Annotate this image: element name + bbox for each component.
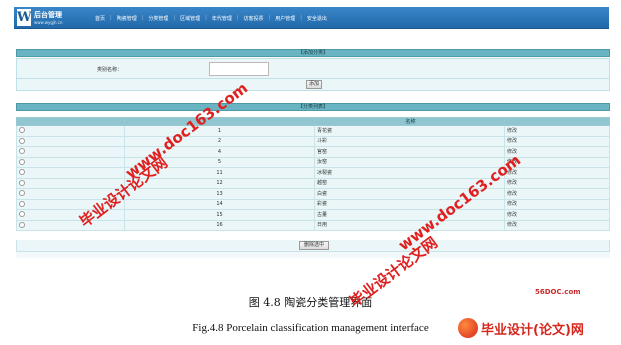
row-select-radio[interactable]	[19, 148, 25, 155]
row-select-radio[interactable]	[19, 127, 25, 134]
nav-logout[interactable]: 安全退出	[304, 13, 330, 24]
table-row: 4 官窑 修改	[16, 146, 610, 158]
table-row: 12 越窑 修改	[16, 177, 610, 189]
category-name-input[interactable]	[209, 62, 269, 76]
nav-home[interactable]: 首页	[92, 13, 108, 24]
nav-divider: |	[236, 15, 239, 21]
row-id: 13	[124, 188, 315, 200]
add-category-header: 【添加分类】	[16, 49, 610, 57]
edit-link[interactable]: 修改	[504, 198, 610, 210]
main-nav: 首页 | 陶瓷管理 | 分类管理 | 区域管理 | 年代管理 | 访客投票 | …	[92, 13, 332, 24]
top-header: W 后台管理 www.wygjh.cn 首页 | 陶瓷管理 | 分类管理 | 区…	[14, 7, 609, 29]
row-select-radio[interactable]	[19, 137, 25, 144]
row-select-radio[interactable]	[19, 190, 25, 197]
row-id: 16	[124, 219, 315, 231]
row-id: 14	[124, 198, 315, 210]
row-select-radio[interactable]	[19, 211, 25, 218]
nav-region[interactable]: 区域管理	[177, 13, 203, 24]
edit-link[interactable]: 修改	[504, 125, 610, 137]
delete-button-row: 删除选中	[16, 240, 610, 252]
logo-icon: W	[17, 9, 32, 26]
row-select-radio[interactable]	[19, 221, 25, 228]
row-name: 古董	[314, 209, 505, 221]
table-row: 2 斗彩 修改	[16, 135, 610, 147]
edit-link[interactable]: 修改	[504, 188, 610, 200]
row-select-radio[interactable]	[19, 200, 25, 207]
row-name: 青花瓷	[314, 125, 505, 137]
col-action	[504, 117, 610, 126]
delete-selected-button[interactable]: 删除选中	[299, 241, 329, 250]
nav-vote[interactable]: 访客投票	[241, 13, 267, 24]
footer-band	[16, 252, 610, 258]
table-header-row: 名称	[16, 117, 610, 126]
nav-porcelain[interactable]: 陶瓷管理	[114, 13, 140, 24]
figure-caption-cn: 图 4.8 陶瓷分类管理界面	[248, 296, 373, 309]
row-select-radio[interactable]	[19, 158, 25, 165]
edit-link[interactable]: 修改	[504, 219, 610, 231]
edit-link[interactable]: 修改	[504, 177, 610, 189]
row-name: 冰裂瓷	[314, 167, 505, 179]
nav-era[interactable]: 年代管理	[209, 13, 235, 24]
add-category-form: 类别名称：	[16, 58, 610, 79]
add-button-row: 添加	[16, 79, 610, 91]
nav-divider: |	[110, 15, 112, 21]
row-id: 15	[124, 209, 315, 221]
col-id	[124, 117, 315, 126]
nav-divider: |	[300, 15, 302, 21]
row-select-radio[interactable]	[19, 169, 25, 176]
site-watermark: 56DOC.com	[535, 288, 581, 296]
edit-link[interactable]: 修改	[504, 135, 610, 147]
nav-divider: |	[268, 15, 271, 21]
table-row: 1 青花瓷 修改	[16, 125, 610, 137]
col-name: 名称	[314, 117, 505, 126]
brand-logo: 毕业设计(论文)网	[458, 318, 584, 338]
table-row: 11 冰裂瓷 修改	[16, 167, 610, 179]
category-name-label: 类别名称：	[97, 67, 123, 73]
app-subtitle: www.wygjh.cn	[34, 20, 63, 25]
category-list-header: 【分类列表】	[16, 103, 610, 111]
nav-category[interactable]: 分类管理	[145, 13, 171, 24]
nav-users[interactable]: 用户管理	[272, 13, 298, 24]
row-select-radio[interactable]	[19, 179, 25, 186]
nav-divider: |	[205, 15, 207, 21]
table-row: 16 日用 修改	[16, 219, 610, 231]
nav-divider: |	[141, 15, 144, 21]
nav-divider: |	[173, 15, 176, 21]
app-title: 后台管理	[34, 11, 62, 19]
row-name: 斗彩	[314, 135, 505, 147]
edit-link[interactable]: 修改	[504, 146, 610, 158]
row-id: 1	[124, 125, 315, 137]
row-name: 官窑	[314, 146, 505, 158]
col-select	[16, 117, 125, 126]
brand-icon	[458, 318, 478, 338]
add-button[interactable]: 添加	[306, 80, 322, 89]
row-name: 汝窑	[314, 156, 505, 168]
edit-link[interactable]: 修改	[504, 209, 610, 221]
edit-link[interactable]: 修改	[504, 167, 610, 179]
brand-text: 毕业设计(论文)网	[481, 322, 584, 338]
